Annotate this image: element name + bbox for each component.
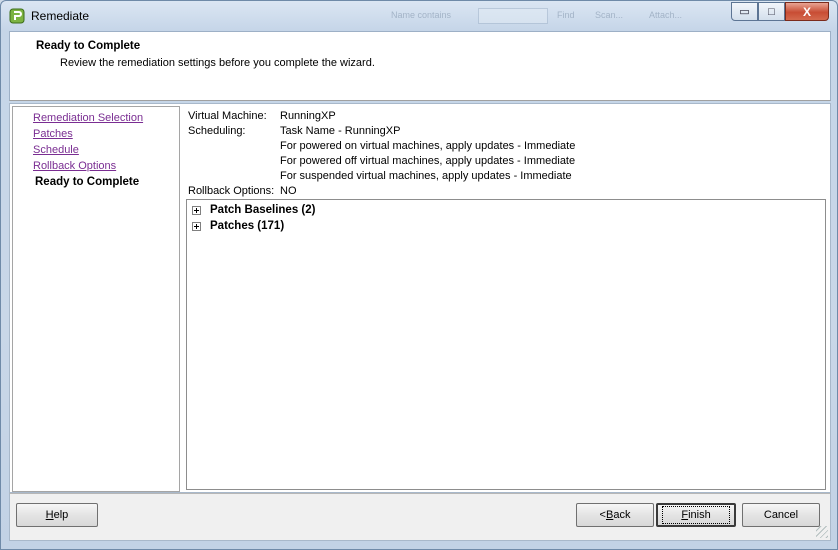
tree-node-label: Patch Baselines (2)	[210, 204, 316, 216]
caption-buttons: ▭ □ X	[731, 2, 829, 21]
finish-button[interactable]: Finish	[656, 503, 736, 527]
expand-plus-icon[interactable]	[192, 221, 201, 231]
help-rest: elp	[53, 509, 69, 521]
background-hint: Scan...	[595, 10, 624, 20]
scheduling-line: For suspended virtual machines, apply up…	[280, 170, 572, 182]
wizard-steps-nav: Remediation Selection Patches Schedule R…	[12, 106, 180, 492]
back-button[interactable]: < Back	[576, 503, 654, 527]
step-schedule[interactable]: Schedule	[33, 144, 79, 156]
cancel-button[interactable]: Cancel	[742, 503, 820, 527]
minimize-icon: ▭	[739, 6, 750, 18]
wizard-body: Remediation Selection Patches Schedule R…	[9, 103, 831, 493]
step-ready-to-complete: Ready to Complete	[35, 176, 140, 188]
maximize-button[interactable]: □	[758, 2, 785, 21]
rollback-value: NO	[280, 185, 297, 197]
step-patches[interactable]: Patches	[33, 128, 73, 140]
vm-value: RunningXP	[280, 110, 336, 122]
page-subtitle: Review the remediation settings before y…	[60, 57, 375, 69]
scheduling-line: Task Name - RunningXP	[280, 125, 401, 137]
scheduling-line: For powered on virtual machines, apply u…	[280, 140, 576, 152]
vm-label: Virtual Machine:	[188, 110, 267, 122]
back-accel: B	[605, 509, 614, 521]
step-rollback-options[interactable]: Rollback Options	[33, 160, 116, 172]
minimize-button[interactable]: ▭	[731, 2, 758, 21]
expand-plus-icon[interactable]	[192, 205, 201, 215]
background-hint-box	[478, 8, 548, 24]
finish-focus-ring: Finish	[662, 506, 730, 524]
background-hint: Find	[557, 10, 575, 20]
finish-rest: inish	[688, 509, 711, 521]
tree-node-label: Patches (171)	[210, 220, 285, 232]
summary-tree[interactable]: Patch Baselines (2) Patches (171)	[186, 199, 826, 490]
window-title: Remediate	[31, 9, 90, 23]
scheduling-label: Scheduling:	[188, 125, 246, 137]
background-hint: Name contains	[391, 10, 452, 20]
summary-panel: Virtual Machine: RunningXP Scheduling: T…	[186, 104, 830, 492]
back-rest: ack	[613, 509, 631, 521]
close-button[interactable]: X	[785, 2, 829, 21]
tree-node-patch-baselines[interactable]: Patch Baselines (2)	[192, 204, 315, 216]
wizard-footer: Help < Back Finish Cancel	[9, 493, 831, 541]
step-remediation-selection[interactable]: Remediation Selection	[33, 112, 143, 124]
resize-grip-icon[interactable]	[816, 526, 828, 538]
tree-node-patches[interactable]: Patches (171)	[192, 220, 284, 232]
help-button[interactable]: Help	[16, 503, 98, 527]
wizard-header: Ready to Complete Review the remediation…	[9, 31, 831, 101]
scheduling-line: For powered off virtual machines, apply …	[280, 155, 576, 167]
close-icon: X	[802, 4, 811, 19]
remediate-window: Remediate Name contains Find Scan... Att…	[0, 0, 838, 550]
vsphere-app-icon	[9, 8, 25, 24]
rollback-label: Rollback Options:	[188, 185, 275, 197]
title-bar[interactable]: Remediate Name contains Find Scan... Att…	[1, 1, 837, 31]
page-title: Ready to Complete	[36, 40, 141, 52]
background-hint: Attach...	[649, 10, 683, 20]
maximize-icon: □	[768, 5, 775, 18]
help-accel: H	[45, 509, 54, 521]
